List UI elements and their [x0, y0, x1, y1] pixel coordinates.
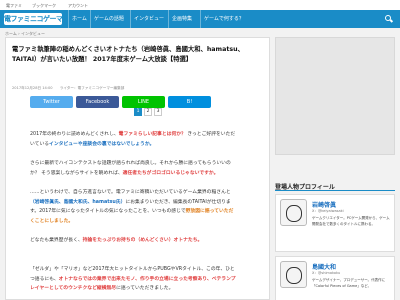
topstrip-item[interactable]: ブックマーク: [32, 3, 56, 9]
page-link-1[interactable]: 1: [134, 108, 142, 116]
page-link-3[interactable]: 3: [154, 108, 162, 116]
profile-x-link[interactable]: X：@shimakoku: [312, 271, 340, 276]
avatar: [280, 261, 307, 288]
article-title: 電ファミ執筆陣の稲めんどくさいオトナたち（岩崎啓眞、島國大和、hamatsu、T…: [12, 46, 244, 63]
article-meta: 2017年12月28日 14:00 ライター：電ファミニコゲーマー編集部: [12, 86, 125, 90]
site-logo[interactable]: 電ファミニコゲーマー: [4, 13, 62, 25]
profile-name[interactable]: 岩崎啓眞: [312, 200, 336, 209]
profile-card: 島國大和 X：@shimakoku ゲームデザイナー、プロデューサー。代表作に「…: [275, 256, 395, 300]
twitter-share-button[interactable]: Twitter: [30, 96, 73, 108]
divider: [275, 190, 395, 191]
page-link-2[interactable]: 2: [144, 108, 152, 116]
profile-card: 岩崎啓眞 X：@keiyaiwasaki ゲームクリエイター。PCゲーム開発から…: [275, 194, 395, 252]
topstrip-item[interactable]: アカウント: [68, 3, 88, 9]
line-share-button[interactable]: LINE: [122, 96, 165, 108]
nav-item-interview[interactable]: インタビュー: [130, 10, 164, 28]
paragraph-intro: 2017年の終わりに読めめんどくされし、電ファミらしい記事とは何か？ きっとご好…: [30, 132, 236, 147]
profile-x-link[interactable]: X：@keiyaiwasaki: [312, 209, 344, 214]
site-header: 電ファミニコゲーマー ホーム ゲームの話題 インタビュー 企画特集 ゲームで何す…: [0, 10, 400, 28]
top-utility-bar: 電ファミ ブックマーク アカウント: [0, 0, 400, 10]
paragraph-topics: 「ゼルダ」や「マリオ」など2017年大ヒットタイトルからPUBGやVRタイトル、…: [30, 267, 236, 292]
article-body: 電ファミ執筆陣の稲めんどくさいオトナたち（岩崎啓眞、島國大和、hamatsu、T…: [5, 37, 270, 300]
nav-item-home[interactable]: ホーム: [68, 10, 87, 28]
search-icon[interactable]: [384, 14, 394, 24]
paragraph-members: ……というわけで、自ら方進言ないで。電ファミに寄稿いただいているゲーム業界の稲さ…: [30, 190, 234, 224]
facebook-share-button[interactable]: Facebook: [76, 96, 119, 108]
nav-item-features[interactable]: 企画特集: [168, 10, 192, 28]
paragraph-context: さらに最新でハイコンテクストな話題が語られれば尚良し。それから勝に語ってもらうい…: [30, 161, 231, 176]
nav-item-topics[interactable]: ゲームの話題: [90, 10, 124, 28]
topstrip-item[interactable]: 電ファミ: [6, 3, 22, 9]
hatena-bookmark-button[interactable]: B!: [168, 96, 211, 108]
nav-item-gamelife[interactable]: ゲームで何する？: [200, 10, 244, 28]
ad-banner[interactable]: [275, 37, 395, 155]
sidebar: 登場人物プロフィール 岩崎啓眞 X：@keiyaiwasaki ゲームクリエイタ…: [275, 37, 397, 300]
profile-name[interactable]: 島國大和: [312, 262, 336, 271]
profile-bio: ゲームクリエイター。PCゲーム開発から、ゲーム開発会社で数多くのタイトルに携わる…: [312, 216, 390, 226]
avatar: [280, 199, 307, 226]
paragraph-experts: どなたも業界歴が長く、持論をたっぷりお持ちの（めんどくさい）オトナたち。: [30, 238, 203, 243]
profile-bio: ゲームデザイナー、プロデューサー。代表作に「Colorful Pieces of…: [312, 278, 386, 288]
